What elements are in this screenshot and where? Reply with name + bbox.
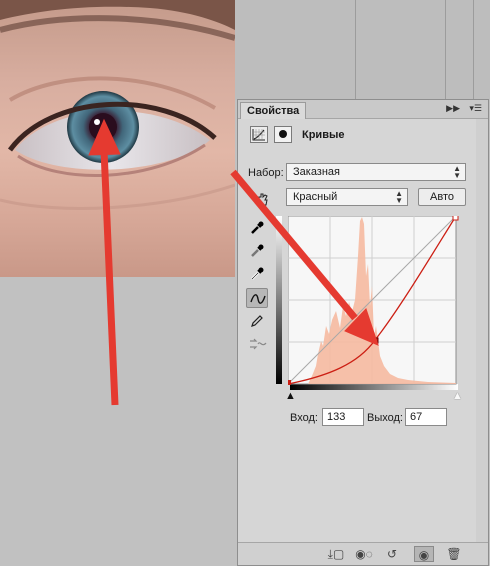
curve-point-black: [286, 380, 291, 385]
auto-button[interactable]: Авто: [418, 188, 466, 206]
smooth-glyph: [250, 338, 267, 350]
canvas-background: [235, 0, 490, 100]
panel-scrollbar[interactable]: [476, 119, 488, 542]
panel-footer: ⤓▢ ◉◌ ↺ ◉ 🗑: [238, 542, 488, 565]
output-value-field[interactable]: 67: [405, 408, 447, 426]
black-point-eyedropper-icon[interactable]: [246, 218, 268, 238]
gray-point-eyedropper-icon[interactable]: [246, 241, 268, 261]
on-image-adjust-icon[interactable]: [252, 189, 270, 207]
curves-glyph: [252, 129, 265, 141]
curve-point-white: [452, 214, 459, 221]
view-previous-icon[interactable]: ◉◌: [354, 546, 374, 562]
pencil-icon[interactable]: [246, 311, 268, 331]
white-point-eyedropper-icon[interactable]: [246, 264, 268, 284]
layer-mask-icon[interactable]: [274, 126, 292, 143]
pencil-glyph: [251, 315, 263, 327]
preset-label: Набор:: [248, 167, 284, 179]
select-arrows-icon: ▲ ▼: [395, 189, 403, 205]
panel-header: Свойства ▶▶ ▾☰: [238, 100, 488, 119]
canvas-divider: [355, 0, 356, 100]
eyedropper-glyph: [251, 244, 264, 257]
eye-photo: [0, 0, 235, 277]
output-gradient-bar: [276, 216, 282, 384]
channel-value: Красный: [293, 191, 338, 203]
smooth-icon[interactable]: [246, 334, 268, 354]
canvas-divider: [473, 0, 474, 100]
preset-value: Заказная: [293, 166, 341, 178]
curves-graph[interactable]: [286, 214, 460, 388]
collapse-panel-icon[interactable]: ▶▶: [446, 103, 460, 114]
input-value-field[interactable]: 133: [322, 408, 364, 426]
eyedropper-glyph: [251, 221, 264, 234]
white-point-slider[interactable]: ▲: [452, 390, 463, 402]
tab-properties[interactable]: Свойства: [240, 102, 307, 119]
properties-panel: Свойства ▶▶ ▾☰ Кривые Набор: Заказная ▲ ▼…: [237, 99, 489, 566]
canvas-divider: [445, 0, 446, 100]
black-point-slider[interactable]: ▲: [285, 390, 296, 402]
clip-to-layer-icon[interactable]: ⤓▢: [326, 546, 346, 562]
select-arrows-icon: ▲ ▼: [453, 164, 461, 180]
wave-glyph: [250, 294, 266, 304]
curves-adjustment-icon[interactable]: [250, 126, 268, 143]
reset-icon[interactable]: ↺: [382, 546, 402, 562]
eye-photo-art: [0, 0, 235, 210]
visibility-eye-icon[interactable]: ◉: [414, 546, 434, 562]
channel-select[interactable]: Красный ▲ ▼: [286, 188, 408, 206]
preset-select[interactable]: Заказная ▲ ▼: [286, 163, 466, 181]
curves-graph-svg: [286, 214, 459, 385]
panel-menu-icon[interactable]: ▾☰: [469, 103, 482, 114]
input-label: Вход:: [290, 412, 318, 424]
adjustment-title: Кривые: [302, 129, 345, 141]
trash-icon[interactable]: 🗑: [444, 546, 464, 562]
eyedropper-glyph: [251, 267, 264, 280]
curve-point-tool-icon[interactable]: [246, 288, 268, 308]
output-label: Выход:: [367, 412, 403, 424]
hand-glyph: [258, 193, 268, 206]
curve-point-selected: [372, 337, 379, 344]
